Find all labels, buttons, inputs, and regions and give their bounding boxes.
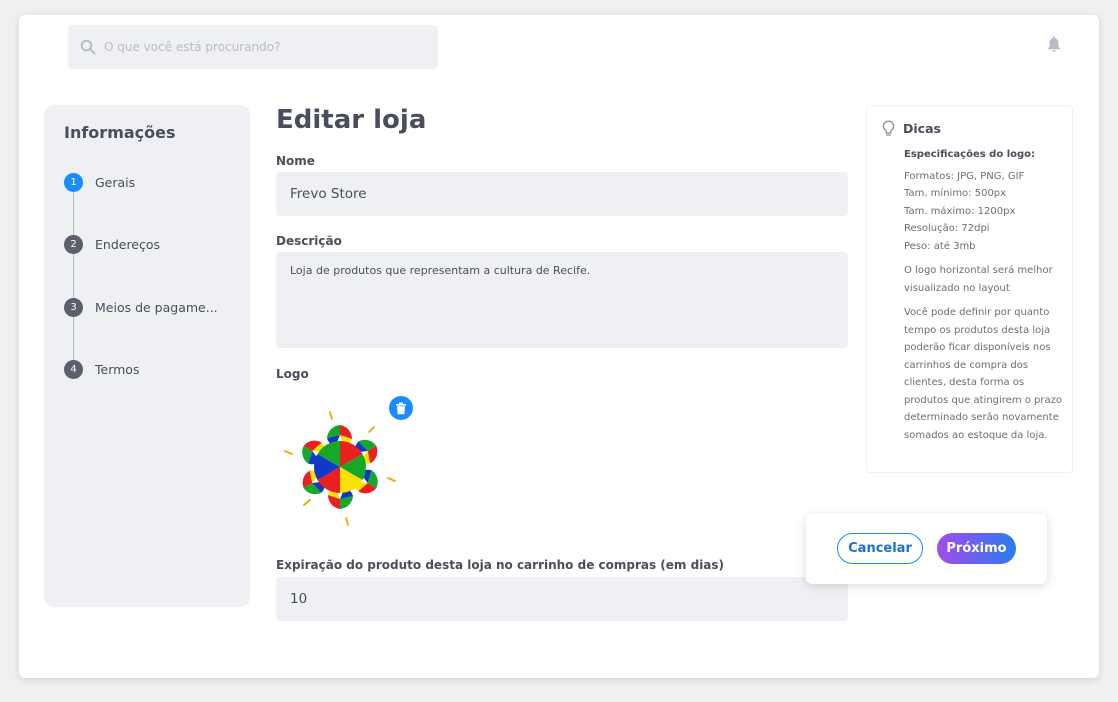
spec-item: Tam. mínimo: 500px bbox=[904, 188, 1007, 199]
tips-note: O logo horizontal será melhor visualizad… bbox=[904, 265, 1053, 294]
tips-header: Dicas bbox=[882, 120, 941, 137]
lightbulb-icon bbox=[882, 120, 895, 136]
step-label: Termos bbox=[95, 361, 140, 377]
search-input[interactable] bbox=[104, 40, 424, 54]
search-icon bbox=[80, 39, 96, 55]
expiration-field[interactable]: 10 bbox=[276, 577, 848, 621]
search-bar[interactable] bbox=[68, 25, 438, 69]
spec-item: Tam. máximo: 1200px bbox=[904, 205, 1016, 217]
step-connector bbox=[73, 192, 74, 236]
expiration-label: Expiração do produto desta loja no carri… bbox=[276, 558, 725, 572]
step-connector bbox=[73, 316, 74, 360]
tips-subtitle: Especificações do logo: bbox=[904, 149, 1036, 160]
trash-icon bbox=[396, 402, 406, 414]
name-field[interactable]: Frevo Store bbox=[276, 172, 848, 216]
delete-logo-button[interactable] bbox=[389, 396, 413, 420]
step-label: Endereços bbox=[95, 236, 161, 252]
spec-item: Peso: até 3mb bbox=[904, 240, 976, 252]
step-number: 2 bbox=[64, 234, 83, 254]
sidebar-step-meios-de-pagamento[interactable]: 3 Meios de pagame... bbox=[64, 297, 218, 317]
tips-panel: Dicas Especificações do logo: Formatos: … bbox=[866, 105, 1073, 473]
step-number: 3 bbox=[64, 297, 83, 317]
sidebar-step-enderecos[interactable]: 2 Endereços bbox=[64, 234, 160, 254]
store-logo-image bbox=[284, 411, 396, 526]
spec-item: Resolução: 72dpi bbox=[904, 223, 990, 234]
cancel-button[interactable]: Cancelar bbox=[837, 533, 923, 564]
description-field[interactable]: Loja de produtos que representam a cultu… bbox=[276, 252, 848, 348]
logo-label: Logo bbox=[276, 367, 309, 381]
sidebar-title: Informações bbox=[64, 123, 176, 142]
name-label: Nome bbox=[276, 154, 315, 168]
tips-title: Dicas bbox=[903, 121, 941, 136]
step-label: Meios de pagame... bbox=[95, 299, 218, 315]
description-label: Descrição bbox=[276, 234, 342, 248]
sidebar: Informações 1 Gerais 2 Endereços 3 Meios… bbox=[44, 105, 250, 607]
page-title: Editar loja bbox=[276, 105, 427, 135]
action-bar: Cancelar Próximo bbox=[806, 514, 1047, 584]
bell-icon[interactable] bbox=[1046, 35, 1062, 53]
sidebar-step-gerais[interactable]: 1 Gerais bbox=[64, 172, 135, 192]
spec-item: Formatos: JPG, PNG, GIF bbox=[904, 170, 1025, 182]
logo-specs: Formatos: JPG, PNG, GIF Tam. mínimo: 500… bbox=[904, 168, 1066, 256]
tips-body: Especificações do logo: Formatos: JPG, P… bbox=[904, 146, 1066, 451]
step-number: 1 bbox=[64, 172, 83, 192]
step-connector bbox=[73, 254, 74, 298]
sidebar-step-termos[interactable]: 4 Termos bbox=[64, 359, 139, 379]
step-number: 4 bbox=[64, 359, 83, 379]
step-label: Gerais bbox=[95, 174, 136, 190]
tips-note: Você pode definir por quanto tempo os pr… bbox=[904, 307, 1062, 441]
next-button[interactable]: Próximo bbox=[937, 533, 1016, 564]
